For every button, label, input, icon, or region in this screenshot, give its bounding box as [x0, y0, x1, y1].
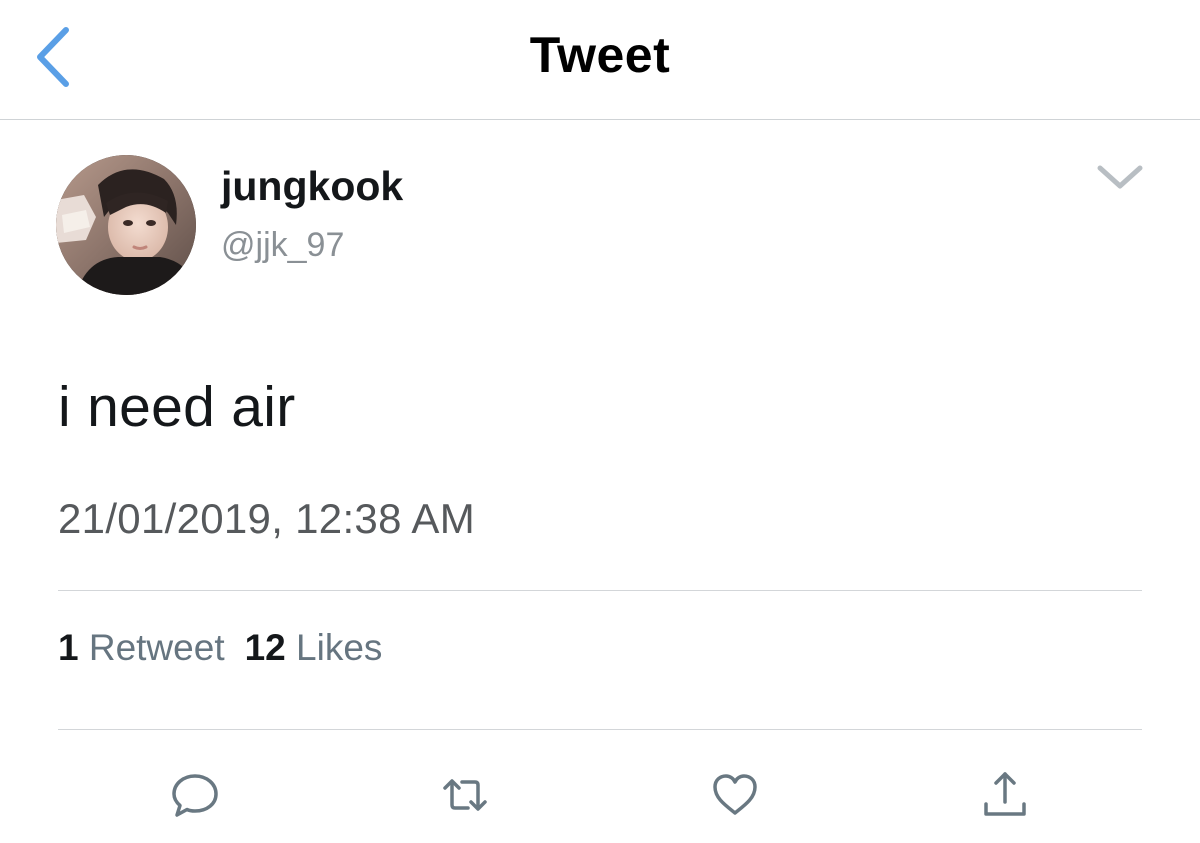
likes-label: Likes	[296, 627, 383, 668]
author-display-name[interactable]: jungkook	[221, 163, 403, 210]
author-handle[interactable]: @jjk_97	[221, 226, 344, 265]
tweet-stats: 1 Retweet 12 Likes	[58, 627, 382, 669]
page-title: Tweet	[529, 27, 671, 83]
likes-stat[interactable]: 12 Likes	[245, 627, 383, 668]
retweets-stat[interactable]: 1 Retweet	[58, 627, 225, 668]
divider	[58, 590, 1142, 591]
share-icon	[984, 772, 1026, 816]
chevron-down-icon	[1097, 165, 1143, 189]
retweets-label: Retweet	[88, 627, 225, 668]
reply-button[interactable]	[168, 768, 222, 822]
tweet-timestamp: 21/01/2019, 12:38 AM	[58, 495, 475, 542]
retweets-count: 1	[58, 627, 79, 668]
divider	[58, 729, 1142, 730]
likes-count: 12	[244, 627, 286, 668]
like-button[interactable]	[708, 768, 762, 822]
like-heart-icon	[713, 774, 757, 815]
tweet-text: i need air	[58, 375, 296, 439]
top-nav-bar: Tweet	[0, 0, 1200, 120]
retweet-icon	[443, 779, 487, 811]
share-button[interactable]	[978, 768, 1032, 822]
more-options-button[interactable]	[1096, 160, 1144, 196]
avatar-photo	[56, 155, 196, 295]
retweet-button[interactable]	[438, 768, 492, 822]
avatar[interactable]	[56, 155, 196, 295]
reply-icon	[172, 774, 218, 817]
